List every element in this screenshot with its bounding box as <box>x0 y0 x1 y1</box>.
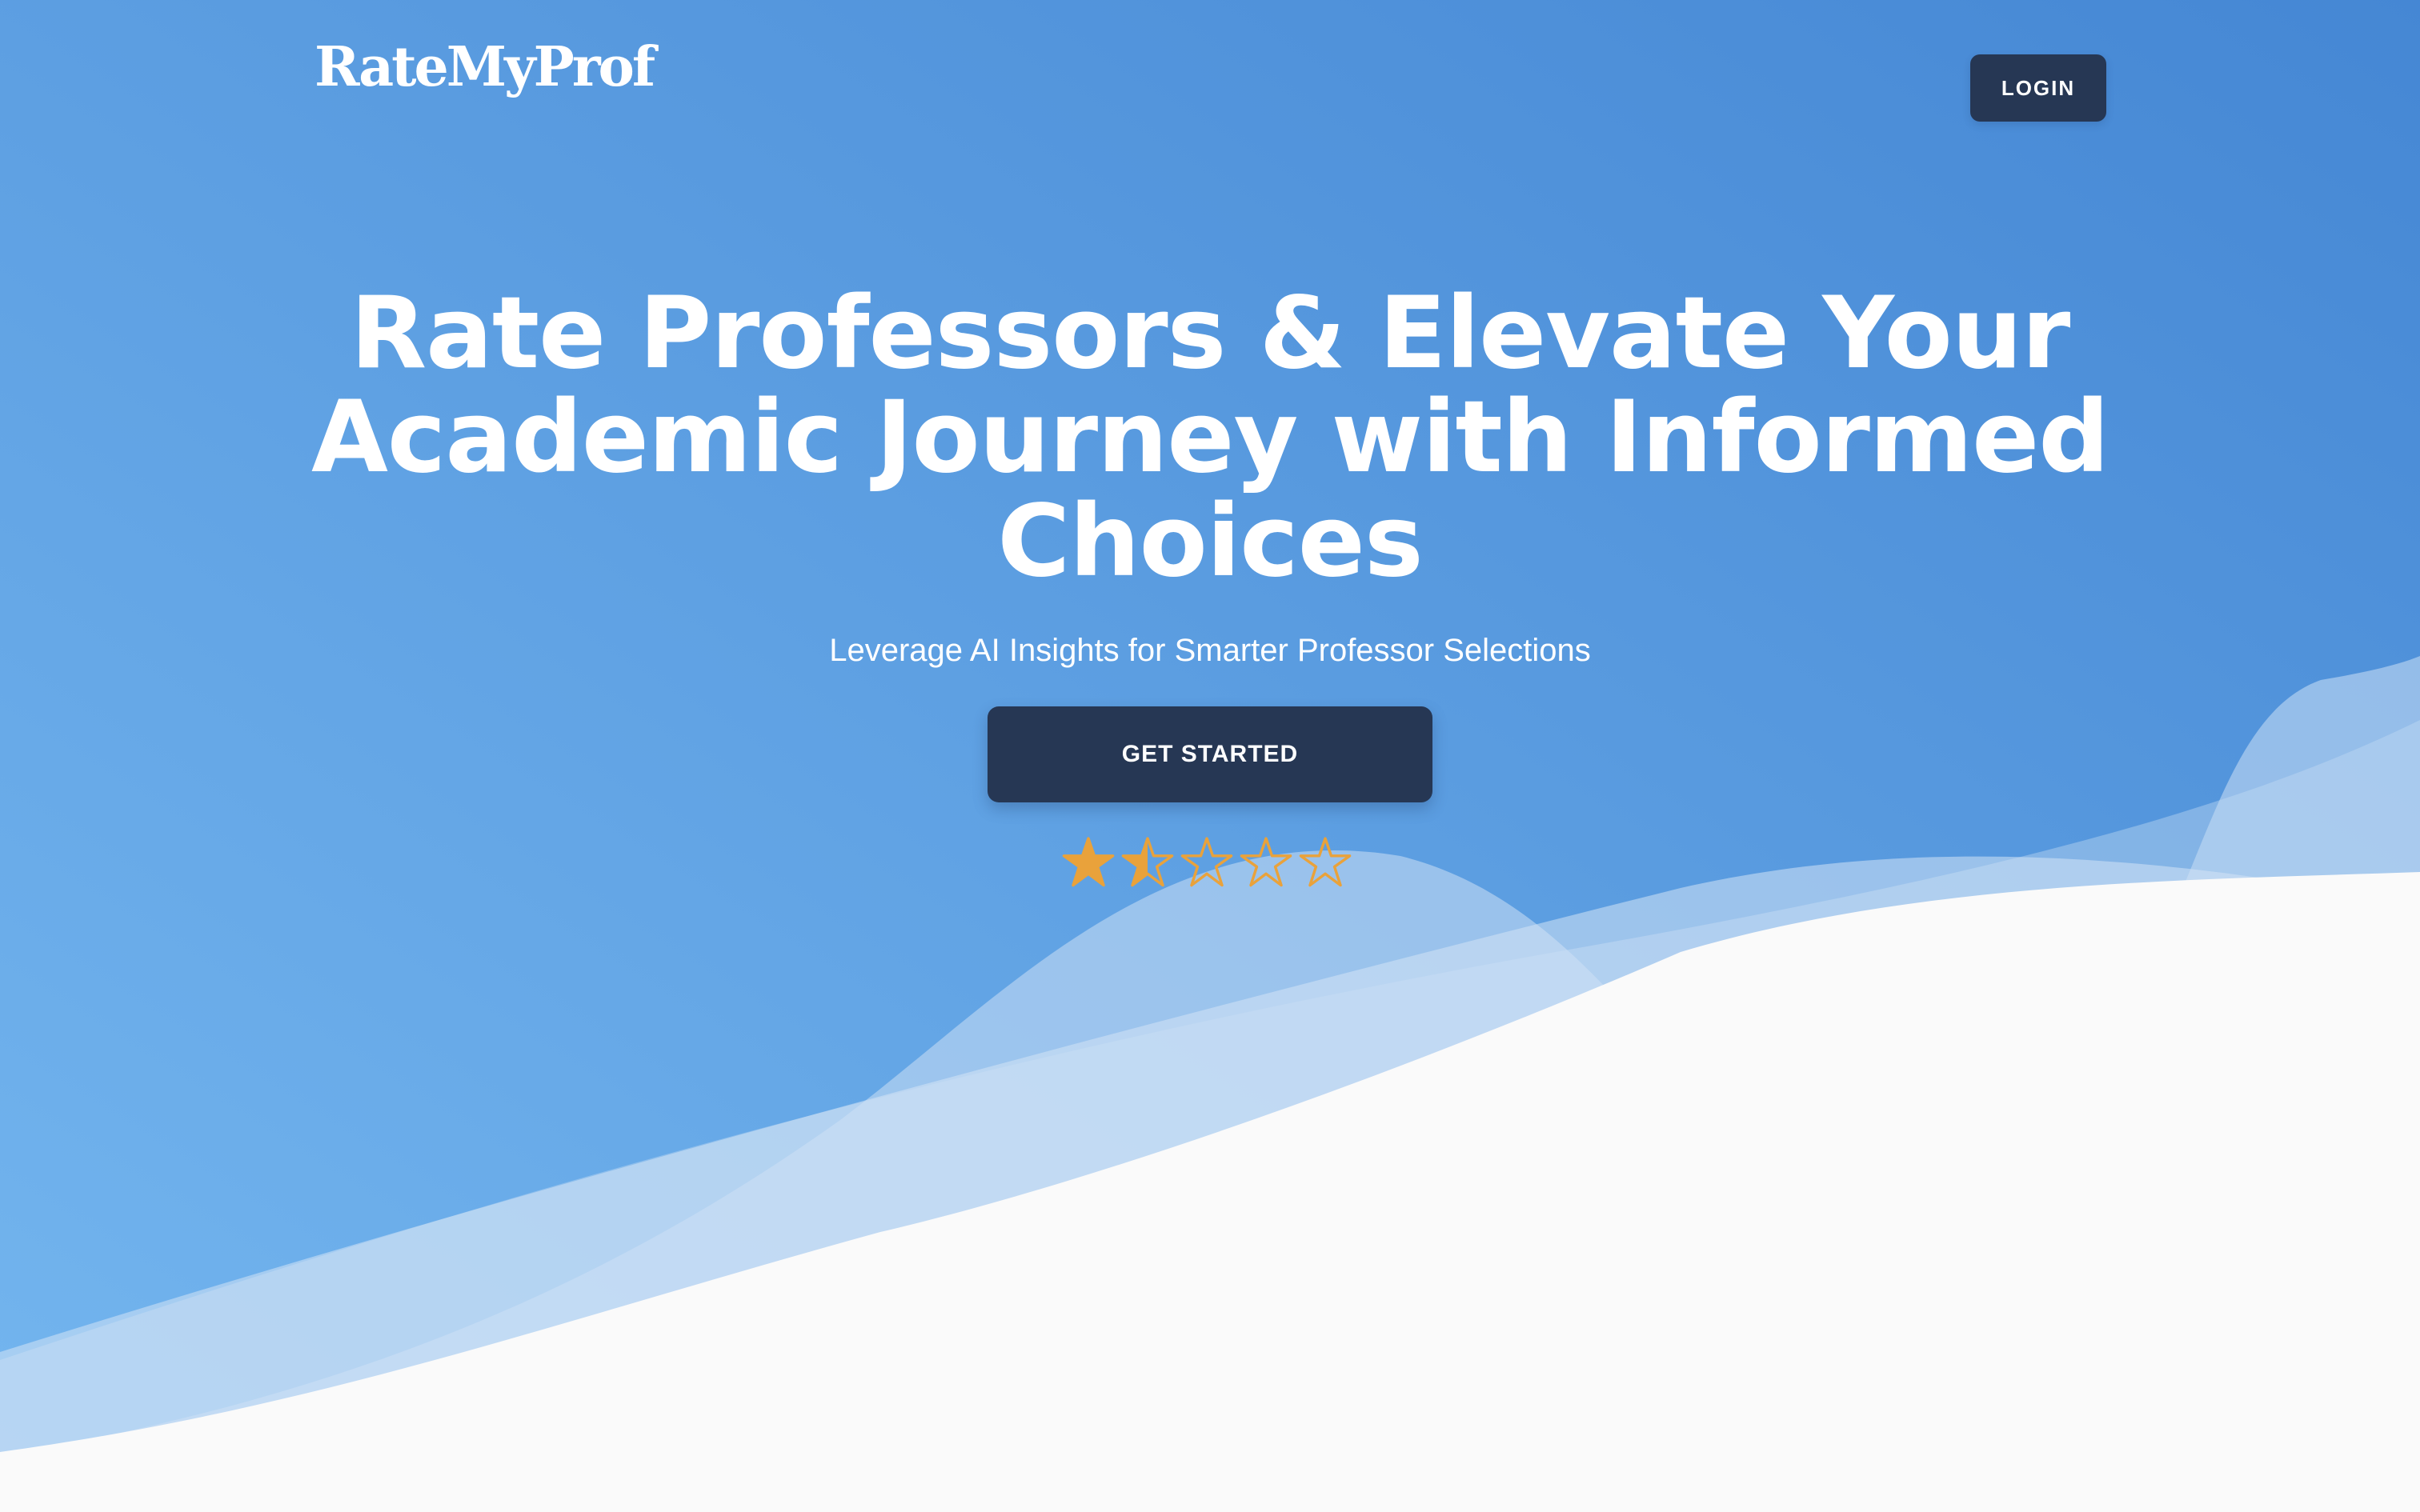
hero-headline: Rate Professors & Elevate Your Academic … <box>311 276 2109 599</box>
star-rating[interactable] <box>1061 835 1352 893</box>
star-icon[interactable] <box>1239 835 1293 890</box>
star-icon[interactable] <box>1180 835 1234 890</box>
hero-section: Rate Professors & Elevate Your Academic … <box>250 282 2170 670</box>
hero-subtitle: Leverage AI Insights for Smarter Profess… <box>829 633 1591 668</box>
star-icon[interactable] <box>1298 835 1352 890</box>
star-icon[interactable] <box>1120 835 1175 890</box>
landing-page: RateMyProf LOGIN Rate Professors & Eleva… <box>0 0 2420 1512</box>
star-icon[interactable] <box>1061 835 1116 890</box>
top-nav: RateMyProf LOGIN <box>0 0 2420 176</box>
login-button[interactable]: LOGIN <box>1970 54 2106 122</box>
get-started-button[interactable]: GET STARTED <box>988 706 1432 802</box>
brand-logo[interactable]: RateMyProf <box>315 40 655 94</box>
